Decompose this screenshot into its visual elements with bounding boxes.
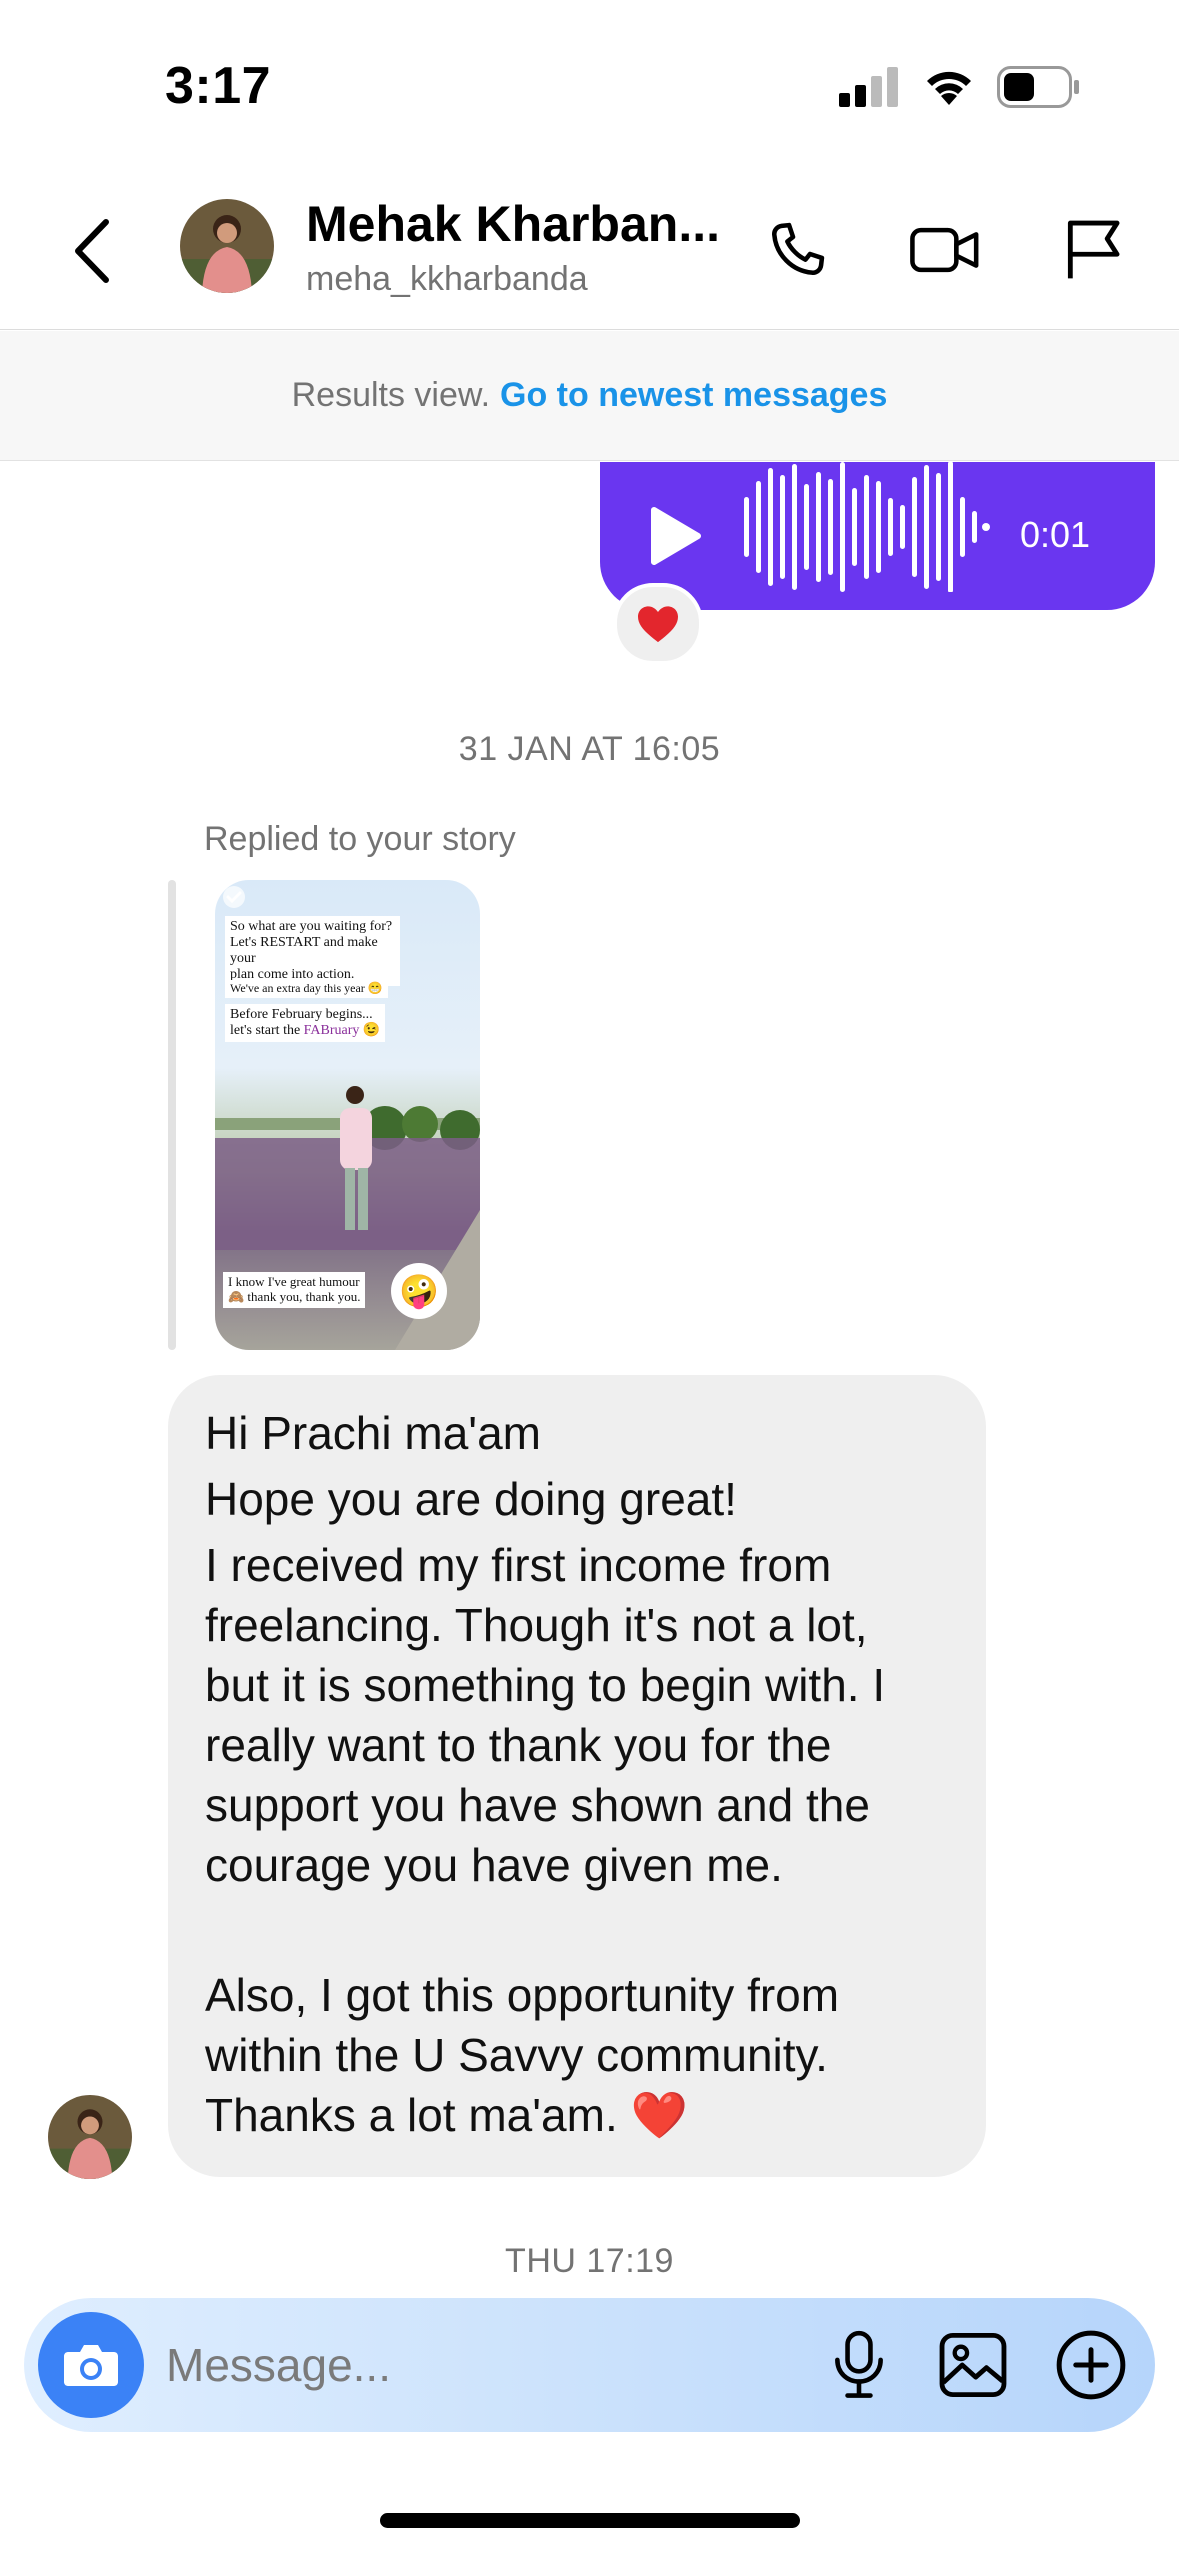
chat-header: Mehak Kharban... meha_kkharbanda [0, 175, 1179, 330]
cellular-signal-icon [839, 67, 898, 107]
story-text-line: So what are you waiting for? [230, 919, 393, 934]
timestamp: 31 JAN AT 16:05 [458, 730, 721, 768]
message-line: courage you have given me. [205, 1839, 783, 1891]
story-text-prefix: let's start the [230, 1023, 304, 1039]
voice-record-button[interactable] [814, 2320, 904, 2410]
heart-icon [638, 606, 678, 643]
message-line: support you have shown and the [205, 1779, 870, 1831]
camera-button[interactable] [38, 2312, 144, 2418]
message-line: Thanks a lot ma'am. ❤️ [205, 2089, 688, 2141]
message-line: really want to thank you for the [205, 1719, 832, 1771]
heart-reaction[interactable] [613, 583, 703, 665]
story-text-line: Let's RESTART and make your [230, 935, 378, 967]
message-line: but it is something to begin with. I [205, 1659, 886, 1711]
story-sticker: 🤪 [391, 1263, 447, 1319]
wifi-icon [927, 71, 971, 105]
avatar-image [48, 2095, 132, 2179]
plus-circle-icon [1056, 2330, 1126, 2400]
flag-icon [1067, 220, 1120, 279]
message-input[interactable] [166, 2328, 806, 2402]
voice-duration: 0:01 [1020, 514, 1091, 555]
call-button[interactable] [752, 205, 842, 295]
video-camera-icon [910, 227, 979, 273]
sender-avatar[interactable] [48, 2095, 132, 2179]
story-text-card: Before February begins... let's start th… [225, 1004, 386, 1043]
camera-icon [64, 2345, 118, 2386]
video-call-button[interactable] [900, 205, 990, 295]
status-time: 3:17 [165, 57, 272, 115]
results-view-label: Results view. [291, 376, 491, 414]
message-line: I received my first income from [205, 1539, 832, 1591]
reply-bar [168, 880, 176, 1350]
story-text-card: So what are you waiting for? Let's RESTA… [225, 916, 400, 987]
story-text-line: Before February begins... [230, 1007, 373, 1022]
status-icons [839, 66, 1081, 108]
waveform-icon [744, 462, 990, 592]
replied-story-label: Replied to your story [204, 820, 516, 858]
message-line: freelancing. Though it's not a lot, [205, 1599, 868, 1651]
message-line: within the U Savvy community. [205, 2029, 828, 2081]
microphone-icon [835, 2330, 883, 2398]
back-button[interactable] [62, 211, 122, 291]
message-line: Also, I got this opportunity from [205, 1969, 840, 2021]
message-composer [24, 2298, 1155, 2432]
status-bar: 3:17 [0, 0, 1179, 175]
message-line: Hi Prachi ma'am [205, 1407, 541, 1459]
story-text-line: I know I've great humour [228, 1274, 360, 1289]
gallery-icon [939, 2332, 1007, 2398]
go-to-newest-link[interactable]: Go to newest messages [500, 376, 887, 415]
contact-handle[interactable]: meha_kkharbanda [306, 260, 588, 299]
story-text-card: I know I've great humour 🙈 thank you, th… [223, 1272, 366, 1308]
chevron-left-icon [75, 219, 109, 283]
check-circle-icon [223, 886, 245, 908]
avatar-image [180, 199, 274, 293]
results-view-banner: Results view. Go to newest messages [0, 331, 1179, 461]
story-text-emoji: 😉 [362, 1023, 381, 1039]
story-text-line: let's start the FABruary 😉 [230, 1023, 380, 1039]
play-icon[interactable] [644, 504, 704, 568]
story-text-card: We've an extra day this year 😁 [225, 980, 388, 998]
gallery-button[interactable] [928, 2320, 1018, 2410]
story-text-highlight: FABruary [303, 1023, 360, 1039]
report-button[interactable] [1048, 205, 1138, 295]
message-bubble[interactable]: Hi Prachi ma'am Hope you are doing great… [168, 1375, 986, 2177]
contact-name[interactable]: Mehak Kharban... [306, 195, 720, 253]
more-options-button[interactable] [1046, 2320, 1136, 2410]
phone-icon [772, 222, 825, 275]
timestamp: THU 17:19 [505, 2242, 674, 2280]
battery-icon [997, 66, 1079, 108]
story-text-line: 🙈 thank you, thank you. [228, 1288, 361, 1304]
home-indicator [380, 2513, 800, 2528]
story-thumbnail[interactable]: So what are you waiting for? Let's RESTA… [215, 880, 480, 1350]
contact-avatar[interactable] [180, 199, 274, 293]
message-line: Hope you are doing great! [205, 1473, 737, 1525]
